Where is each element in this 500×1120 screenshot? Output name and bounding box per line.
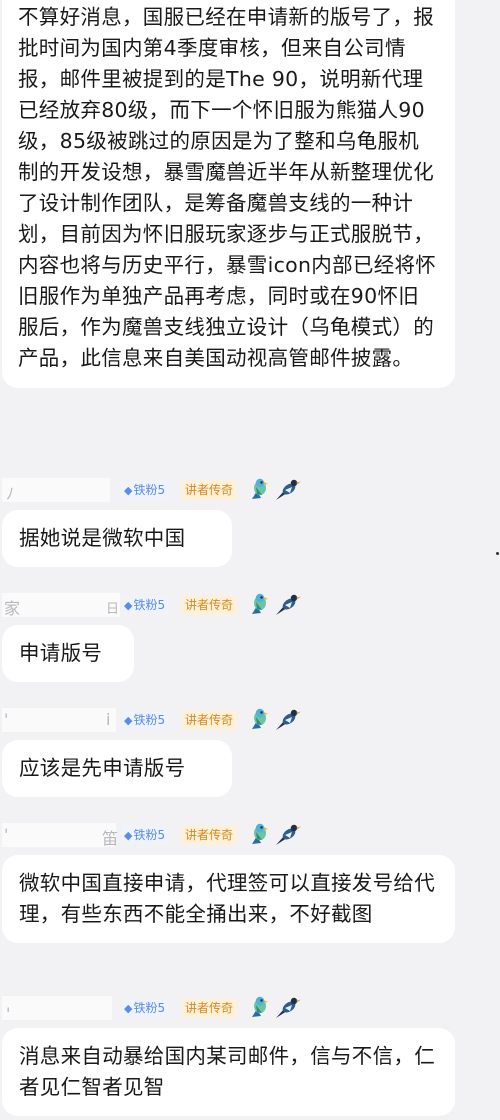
message-bubble[interactable]: 微软中国直接申请，代理签可以直接发号给代理，有些东西不能全捅出来，不好截图 <box>2 855 455 943</box>
message-text: 据她说是微软中国 <box>19 526 186 550</box>
diamond-icon: ◆ <box>124 1002 133 1015</box>
fan-level-badge[interactable]: ◆铁粉5 <box>122 596 170 614</box>
lecturer-badge[interactable]: 讲者传奇 <box>181 595 238 615</box>
sender-name-fragment: ' <box>4 825 9 844</box>
message-bubble[interactable]: 消息来自动暴给国内某司邮件，信与不信，仁者见仁智者见智 <box>2 1028 455 1116</box>
message-text: 应该是先申请版号 <box>19 756 186 780</box>
message-text: 申请版号 <box>19 641 103 665</box>
sender-name-redacted[interactable]: ' i <box>2 708 116 732</box>
magpie-icon[interactable] <box>274 708 302 732</box>
lecturer-badge[interactable]: 讲者传奇 <box>181 710 238 730</box>
magpie-icon[interactable] <box>274 823 302 847</box>
sender-name-fragment: ﾉ <box>6 484 15 503</box>
parrot-icon[interactable] <box>248 478 270 502</box>
lecturer-badge[interactable]: 讲者传奇 <box>181 480 238 500</box>
parrot-icon[interactable] <box>248 996 270 1020</box>
magpie-icon[interactable] <box>274 996 302 1020</box>
lecturer-badge[interactable]: 讲者传奇 <box>181 998 238 1018</box>
sender-name-redacted[interactable]: ﾉ <box>2 478 110 503</box>
sender-name-fragment: 日 <box>106 602 120 617</box>
magpie-icon[interactable] <box>274 478 302 502</box>
sender-name-fragment: ' <box>6 1004 11 1023</box>
sender-name-fragment: i <box>106 710 111 729</box>
lecturer-badge[interactable]: 讲者传奇 <box>181 825 238 845</box>
fan-level-badge[interactable]: ◆铁粉5 <box>122 481 170 499</box>
diamond-icon: ◆ <box>124 714 133 727</box>
message-bubble[interactable]: 应该是先申请版号 <box>2 740 232 797</box>
sender-name-redacted[interactable]: ' <box>2 996 112 1023</box>
message-header: ' ◆铁粉5 讲者传奇 <box>0 996 500 1023</box>
sender-name-redacted[interactable]: 家 日 <box>2 593 120 618</box>
parrot-icon[interactable] <box>248 708 270 732</box>
stray-dot <box>496 552 499 555</box>
sender-name-fragment: ' <box>4 710 9 729</box>
message-header: ﾉ ◆铁粉5 讲者传奇 <box>0 478 500 503</box>
message-text: 不算好消息，国服已经在申请新的版号了，报批时间为国内第4季度审核，但来自公司情报… <box>18 5 437 370</box>
sender-name-fragment: 家 <box>4 599 21 618</box>
fan-level-badge[interactable]: ◆铁粉5 <box>122 711 170 729</box>
diamond-icon: ◆ <box>124 484 133 497</box>
message-text: 微软中国直接申请，代理签可以直接发号给代理，有些东西不能全捅出来，不好截图 <box>19 871 435 926</box>
message-header: 家 日 ◆铁粉5 讲者传奇 <box>0 593 500 618</box>
message-header: ' i ◆铁粉5 讲者传奇 <box>0 708 500 732</box>
sender-name-fragment: 笛 <box>102 829 119 848</box>
diamond-icon: ◆ <box>124 599 133 612</box>
parrot-icon[interactable] <box>248 593 270 617</box>
message-header: ' 笛 ◆铁粉5 讲者传奇 <box>0 823 500 848</box>
fan-level-badge[interactable]: ◆铁粉5 <box>122 826 170 844</box>
message-text: 消息来自动暴给国内某司邮件，信与不信，仁者见仁智者见智 <box>19 1044 435 1099</box>
message-bubble[interactable]: 据她说是微软中国 <box>2 510 232 567</box>
parrot-icon[interactable] <box>248 823 270 847</box>
magpie-icon[interactable] <box>274 593 302 617</box>
sender-name-redacted[interactable]: ' 笛 <box>2 823 119 848</box>
diamond-icon: ◆ <box>124 829 133 842</box>
message-bubble[interactable]: 申请版号 <box>2 625 134 682</box>
message-bubble[interactable]: 不算好消息，国服已经在申请新的版号了，报批时间为国内第4季度审核，但来自公司情报… <box>2 0 455 388</box>
fan-level-badge[interactable]: ◆铁粉5 <box>122 999 170 1017</box>
